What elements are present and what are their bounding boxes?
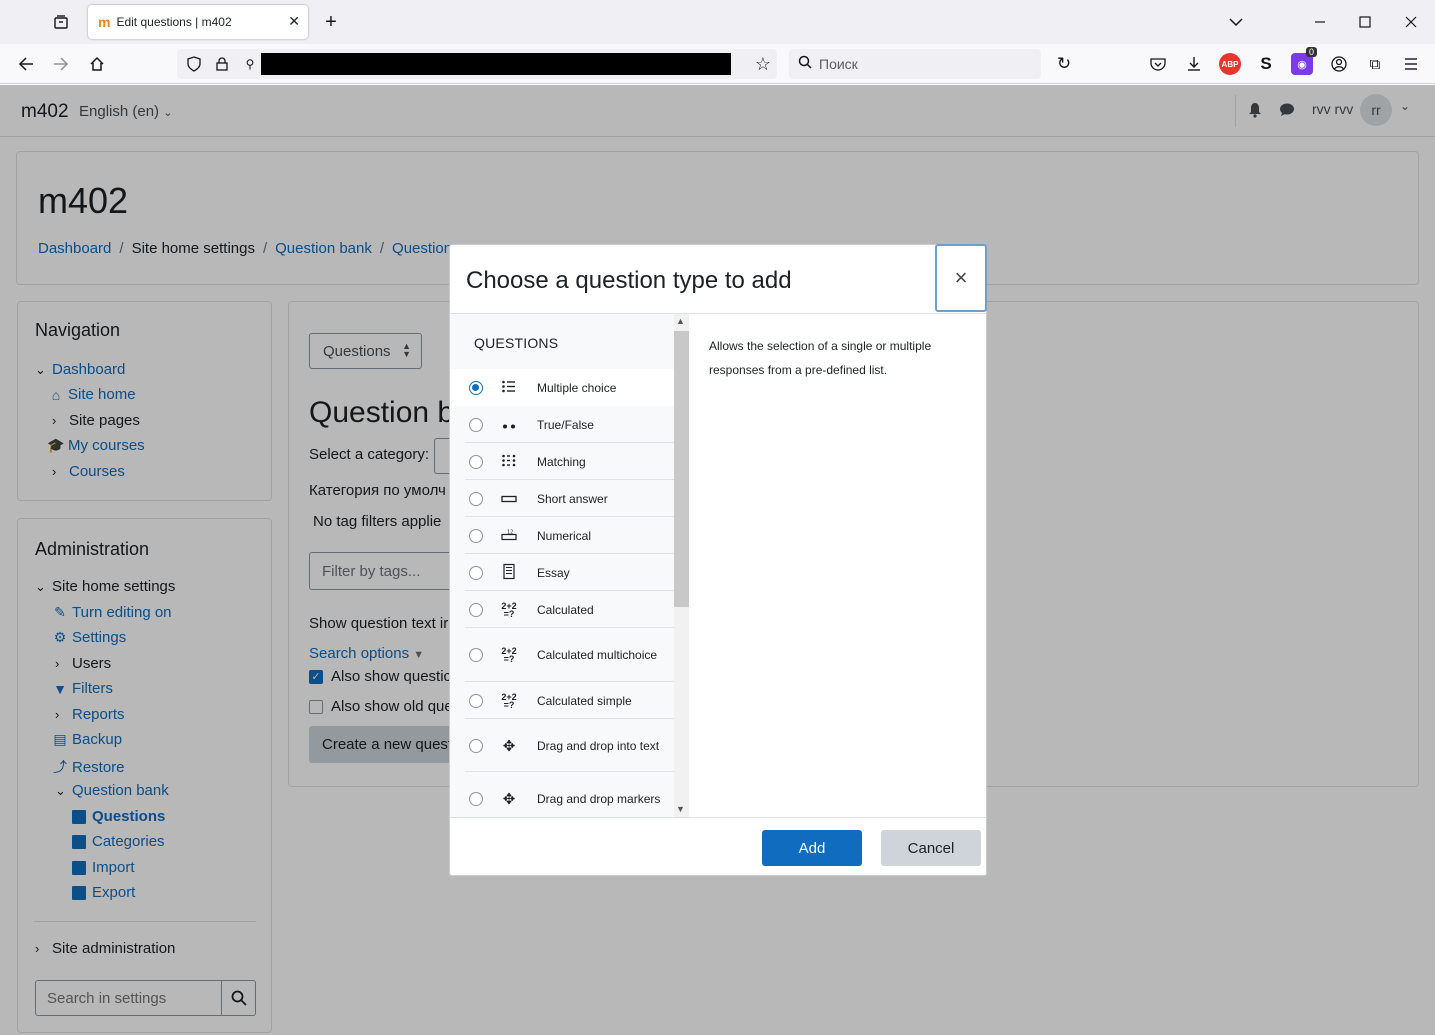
add-button[interactable]: Add xyxy=(762,830,862,866)
pocket-icon[interactable] xyxy=(1146,52,1170,76)
qtype-label: True/False xyxy=(537,417,594,432)
numerical-icon: 12 xyxy=(499,528,519,543)
minimize-icon[interactable] xyxy=(1308,10,1332,34)
close-button[interactable]: × xyxy=(935,244,987,312)
essay-icon xyxy=(499,563,519,582)
calculated-icon: 2+2 =? xyxy=(501,600,517,619)
scrollbar-thumb[interactable] xyxy=(674,331,689,607)
radio-button[interactable] xyxy=(469,491,483,506)
drag-drop-markers-icon: ✥ xyxy=(502,790,516,808)
radio-button[interactable] xyxy=(469,417,483,432)
browser-search-box[interactable]: Поиск xyxy=(789,49,1041,79)
short-answer-icon xyxy=(499,491,519,506)
qtype-short-answer[interactable]: Short answer xyxy=(450,480,674,517)
shield-icon[interactable] xyxy=(184,53,204,75)
qtype-label: Matching xyxy=(537,454,586,469)
matching-icon xyxy=(499,454,519,469)
download-icon[interactable] xyxy=(1182,52,1206,76)
question-type-list: QUESTIONS Multiple choice True/False Mat… xyxy=(450,314,689,817)
qtype-label: Numerical xyxy=(537,528,592,543)
browser-search-placeholder: Поиск xyxy=(819,56,858,72)
permissions-icon[interactable]: ⚲ xyxy=(240,53,260,75)
qtype-label: Essay xyxy=(537,565,570,580)
cancel-button[interactable]: Cancel xyxy=(881,830,981,866)
calculated-multichoice-icon: 2+2 =? xyxy=(501,646,517,664)
qtype-label: Calculated xyxy=(537,602,594,617)
modal-title: Choose a question type to add xyxy=(466,267,792,294)
radio-button[interactable] xyxy=(469,648,483,662)
radio-button[interactable] xyxy=(469,738,483,753)
qtype-multiple-choice[interactable]: Multiple choice xyxy=(450,369,674,406)
two-dots-icon xyxy=(499,417,519,432)
bookmark-star-icon[interactable]: ☆ xyxy=(751,52,775,76)
extension-purple-icon[interactable]: 0 ◉ xyxy=(1291,47,1317,75)
question-type-description: Allows the selection of a single or mult… xyxy=(709,339,932,377)
forward-icon[interactable] xyxy=(49,52,73,76)
radio-button[interactable] xyxy=(469,528,483,543)
hamburger-menu-icon[interactable] xyxy=(1399,52,1423,76)
qtype-matching[interactable]: Matching xyxy=(450,443,674,480)
extension-badge: 0 xyxy=(1305,47,1317,57)
radio-button[interactable] xyxy=(469,454,483,469)
qtype-label: Calculated multichoice xyxy=(537,648,658,662)
chevron-down-icon[interactable] xyxy=(1224,10,1248,34)
qtype-essay[interactable]: Essay xyxy=(450,554,674,591)
window-close-icon[interactable] xyxy=(1399,10,1423,34)
qtype-label: Short answer xyxy=(537,491,608,506)
qtype-true-false[interactable]: True/False xyxy=(450,406,674,443)
qtype-calculated-multichoice[interactable]: 2+2 =? Calculated multichoice xyxy=(450,628,674,682)
browser-tab[interactable]: m Edit questions | m402 ✕ xyxy=(88,5,308,39)
lock-icon[interactable] xyxy=(212,53,232,75)
tab-list-icon[interactable] xyxy=(48,10,74,34)
qtype-calculated[interactable]: 2+2 =? Calculated xyxy=(450,591,674,628)
extension-s-icon[interactable]: S xyxy=(1255,52,1277,76)
close-icon: × xyxy=(954,265,968,290)
moodle-favicon-icon: m xyxy=(98,14,111,30)
maximize-icon[interactable] xyxy=(1353,10,1377,34)
choose-question-type-dialog: Choose a question type to add × QUESTION… xyxy=(449,244,987,876)
account-icon[interactable] xyxy=(1327,52,1351,76)
tab-close-icon[interactable]: ✕ xyxy=(288,13,300,30)
home-icon[interactable] xyxy=(85,52,109,76)
list-icon xyxy=(499,380,519,395)
new-tab-icon[interactable]: + xyxy=(318,10,344,34)
browser-tab-bar: m Edit questions | m402 ✕ + xyxy=(0,0,1435,44)
calculated-simple-icon: 2+2 =? xyxy=(501,691,517,710)
qtype-label: Multiple choice xyxy=(537,380,617,395)
radio-button[interactable] xyxy=(469,791,483,806)
radio-button[interactable] xyxy=(469,693,483,708)
modal-footer-divider xyxy=(450,817,986,818)
tab-title: Edit questions | m402 xyxy=(116,15,232,29)
qtype-label: Drag and drop into text xyxy=(537,738,660,753)
drag-drop-text-icon: ✥ xyxy=(502,737,516,755)
qtype-drag-drop-markers[interactable]: ✥ Drag and drop markers xyxy=(450,772,674,817)
radio-selected[interactable] xyxy=(469,380,483,395)
qtype-label: Calculated simple xyxy=(537,693,632,708)
radio-button[interactable] xyxy=(469,602,483,617)
qtype-numerical[interactable]: 12 Numerical xyxy=(450,517,674,554)
scroll-down-icon[interactable]: ▼ xyxy=(676,804,685,814)
search-icon xyxy=(798,55,812,72)
reload-icon[interactable]: ↻ xyxy=(1052,52,1076,76)
qtype-calculated-simple[interactable]: 2+2 =? Calculated simple xyxy=(450,682,674,719)
radio-button[interactable] xyxy=(469,565,483,580)
url-text-redacted[interactable] xyxy=(261,53,731,75)
extensions-puzzle-icon[interactable]: ⧉ xyxy=(1363,52,1387,76)
scroll-up-icon[interactable]: ▲ xyxy=(676,316,685,326)
back-icon[interactable] xyxy=(14,52,38,76)
qtype-drag-drop-text[interactable]: ✥ Drag and drop into text xyxy=(450,719,674,772)
question-list-header: QUESTIONS xyxy=(474,335,559,351)
adblock-icon[interactable]: ABP xyxy=(1219,53,1241,75)
qtype-label: Drag and drop markers xyxy=(537,791,661,806)
